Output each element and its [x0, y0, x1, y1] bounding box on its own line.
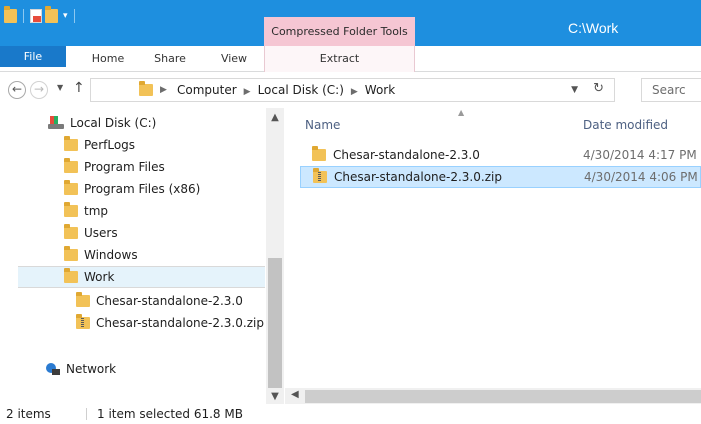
tab-share[interactable]: Share	[144, 46, 196, 72]
ribbon-tabs: File Home Share View Extract	[0, 46, 701, 72]
compressed-folder-tools-header: Compressed Folder Tools	[264, 17, 415, 46]
chevron-right-icon[interactable]: ▶	[351, 87, 358, 97]
status-bar: 2 items 1 item selected 61.8 MB	[0, 404, 701, 424]
breadcrumb-local-disk[interactable]: Local Disk (C:)	[258, 83, 344, 97]
recent-locations-icon[interactable]: ▼	[57, 83, 63, 92]
tree-item-perflogs[interactable]: PerfLogs	[64, 134, 135, 156]
column-header-name[interactable]: Name	[305, 118, 340, 132]
forward-button[interactable]: →	[30, 81, 48, 99]
scrollbar-thumb[interactable]	[268, 258, 282, 388]
tree-item-local-disk[interactable]: Local Disk (C:)	[48, 112, 156, 134]
scroll-down-icon[interactable]: ▼	[266, 391, 284, 402]
context-tab-header-label: Compressed Folder Tools	[271, 25, 408, 38]
up-button[interactable]: ↑	[73, 80, 85, 96]
back-button[interactable]: ←	[8, 81, 26, 99]
file-name: Chesar-standalone-2.3.0	[333, 148, 480, 162]
file-list: Name ▲ Date modified Chesar-standalone-2…	[285, 108, 701, 405]
zip-folder-icon	[313, 168, 327, 183]
file-date: 4/30/2014 4:17 PM	[583, 148, 697, 162]
toolbar-divider	[23, 9, 24, 23]
file-date: 4/30/2014 4:06 PM	[584, 170, 698, 184]
tab-home[interactable]: Home	[82, 46, 134, 72]
new-folder-icon[interactable]	[45, 6, 58, 23]
column-header-date-modified[interactable]: Date modified	[583, 118, 668, 132]
tree-item-work[interactable]: Work	[18, 266, 265, 288]
properties-icon[interactable]	[30, 9, 42, 23]
tree-item-chesar-folder[interactable]: Chesar-standalone-2.3.0	[76, 290, 243, 312]
folder-icon	[64, 202, 78, 217]
tree-item-label: Program Files	[84, 160, 165, 174]
folder-icon	[139, 81, 153, 96]
zip-folder-icon	[76, 314, 90, 329]
quick-access-toolbar: ▾	[4, 6, 78, 26]
file-name-cell: Chesar-standalone-2.3.0.zip	[313, 168, 502, 184]
tree-item-label: Users	[84, 226, 118, 240]
folder-icon	[76, 292, 90, 307]
tree-item-label: Chesar-standalone-2.3.0.zip	[96, 316, 264, 330]
file-name-cell: Chesar-standalone-2.3.0	[312, 146, 480, 162]
folder-icon	[64, 136, 78, 151]
folder-icon	[64, 224, 78, 239]
tree-item-label: PerfLogs	[84, 138, 136, 152]
address-bar[interactable]: ▶ Computer ▶ Local Disk (C:) ▶ Work ▼ ↻	[90, 78, 615, 102]
folder-icon	[64, 246, 78, 261]
tab-view[interactable]: View	[210, 46, 258, 72]
tree-item-program-files-x86[interactable]: Program Files (x86)	[64, 178, 200, 200]
search-input[interactable]: Searc	[641, 78, 701, 102]
breadcrumb: Computer ▶ Local Disk (C:) ▶ Work	[177, 79, 395, 103]
folder-icon[interactable]	[4, 6, 17, 23]
breadcrumb-computer[interactable]: Computer	[177, 83, 237, 97]
folder-icon	[312, 146, 326, 161]
folder-icon	[64, 268, 78, 283]
item-count: 2 items	[6, 407, 51, 421]
tree-item-label: Work	[84, 270, 115, 284]
tree-item-label: Network	[66, 362, 117, 376]
address-dropdown-icon[interactable]: ▼	[571, 85, 578, 95]
tree-item-label: Chesar-standalone-2.3.0	[96, 294, 243, 308]
content-horizontal-scrollbar[interactable]: ◀	[285, 388, 701, 405]
tree-item-label: Local Disk (C:)	[70, 116, 157, 130]
table-row[interactable]: Chesar-standalone-2.3.0.zip 4/30/2014 4:…	[300, 166, 701, 188]
tree-item-program-files[interactable]: Program Files	[64, 156, 165, 178]
navigation-pane-scrollbar[interactable]: ▲ ▼	[266, 108, 284, 404]
table-row[interactable]: Chesar-standalone-2.3.0 4/30/2014 4:17 P…	[300, 144, 701, 166]
breadcrumb-root-chevron-icon[interactable]: ▶	[160, 85, 167, 95]
scroll-up-icon[interactable]: ▲	[266, 112, 284, 123]
customize-toolbar-icon[interactable]: ▾	[63, 11, 68, 21]
folder-icon	[64, 158, 78, 173]
folder-icon	[64, 180, 78, 195]
network-icon	[44, 362, 60, 376]
breadcrumb-work[interactable]: Work	[365, 83, 395, 97]
sort-ascending-icon: ▲	[458, 108, 465, 117]
tree-item-tmp[interactable]: tmp	[64, 200, 108, 222]
refresh-icon[interactable]: ↻	[593, 81, 604, 96]
tree-item-windows[interactable]: Windows	[64, 244, 138, 266]
scrollbar-thumb[interactable]	[305, 390, 701, 403]
tree-item-label: Windows	[84, 248, 138, 262]
tree-item-label: Program Files (x86)	[84, 182, 201, 196]
navigation-bar: ← → ▼ ↑ ▶ Computer ▶ Local Disk (C:) ▶ Work …	[0, 72, 701, 108]
toolbar-divider	[73, 9, 75, 23]
status-divider	[86, 408, 87, 420]
chevron-right-icon[interactable]: ▶	[244, 87, 251, 97]
window-title: C:\Work	[568, 20, 619, 36]
tree-item-network[interactable]: Network	[44, 358, 116, 380]
selection-info: 1 item selected 61.8 MB	[97, 407, 243, 421]
file-name: Chesar-standalone-2.3.0.zip	[334, 170, 502, 184]
tab-file[interactable]: File	[0, 46, 66, 67]
tab-extract[interactable]: Extract	[264, 46, 415, 72]
drive-icon	[48, 116, 64, 130]
tree-item-users[interactable]: Users	[64, 222, 118, 244]
tree-item-label: tmp	[84, 204, 109, 218]
tree-item-chesar-zip[interactable]: Chesar-standalone-2.3.0.zip	[76, 312, 264, 334]
scroll-left-icon[interactable]: ◀	[291, 389, 299, 400]
title-bar: ▾ Compressed Folder Tools C:\Work	[0, 0, 701, 46]
navigation-pane: Local Disk (C:) PerfLogs Program Files P…	[0, 108, 285, 404]
